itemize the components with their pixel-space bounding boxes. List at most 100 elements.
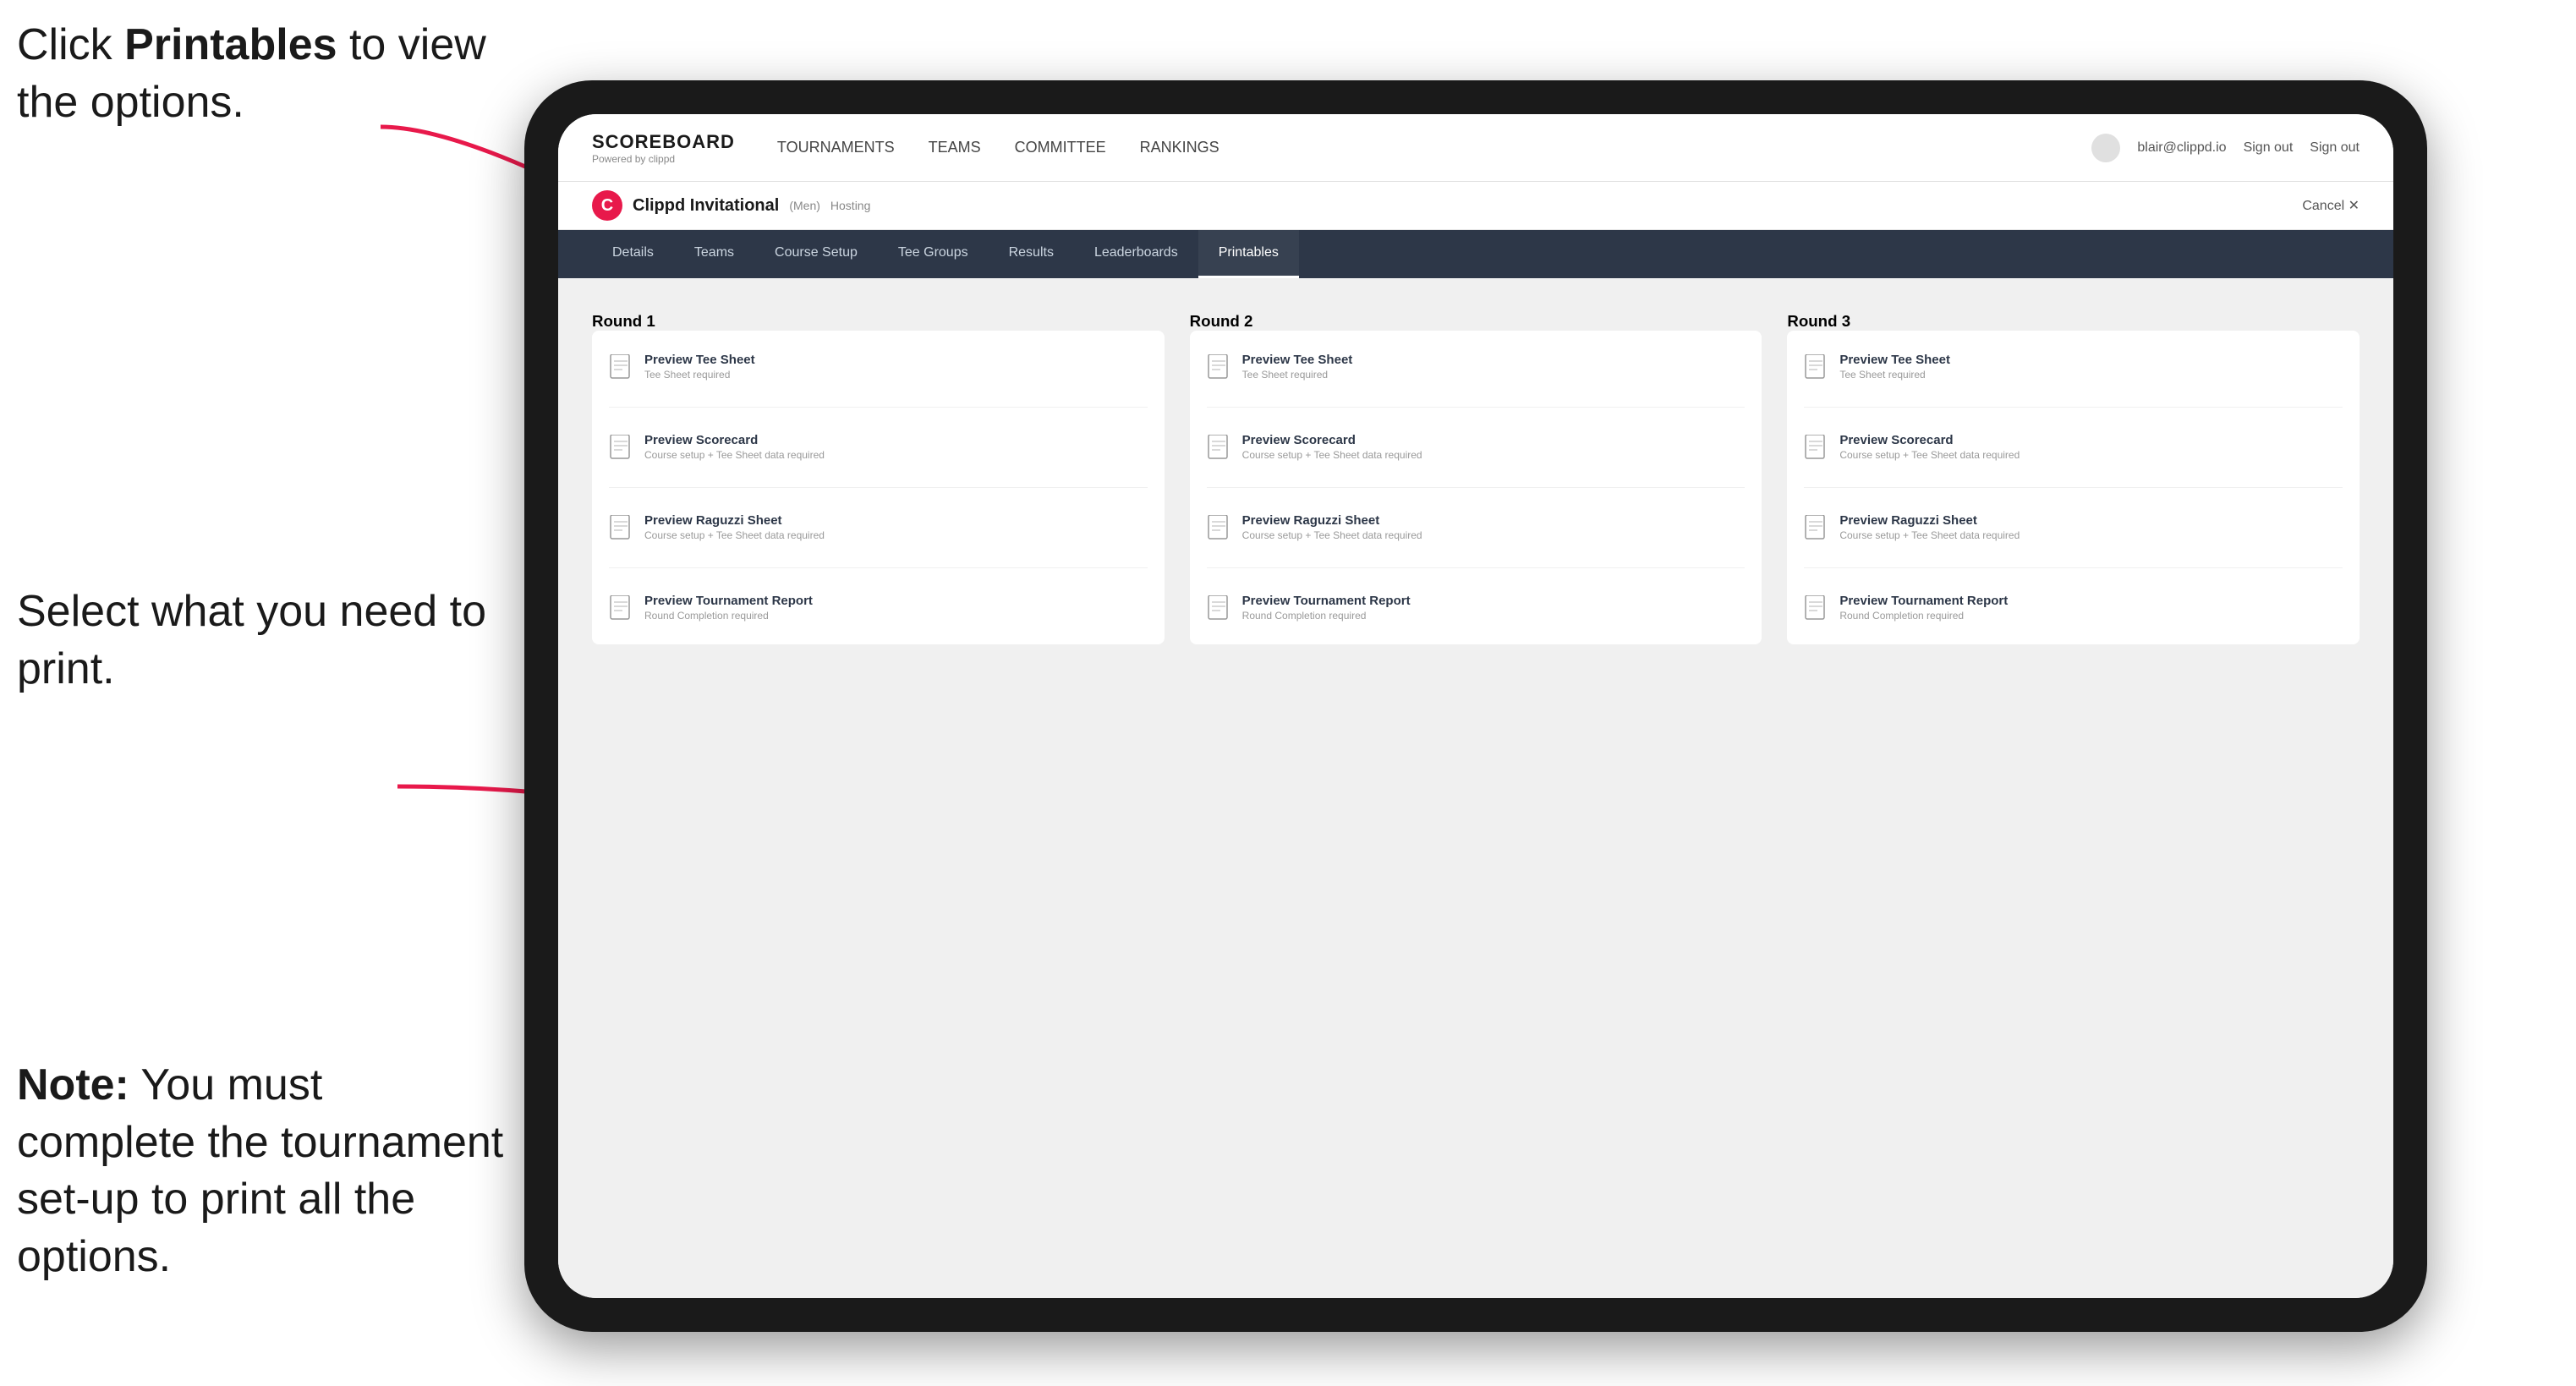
round-1-scorecard[interactable]: Preview Scorecard Course setup + Tee She… <box>609 428 1148 467</box>
divider <box>1207 567 1746 568</box>
logo-scoreboard: SCOREBOARD <box>592 131 735 153</box>
round-2-tee-sheet[interactable]: Preview Tee Sheet Tee Sheet required <box>1207 348 1746 386</box>
scorecard-icon-r1 <box>609 435 633 462</box>
round-1-raguzzi[interactable]: Preview Raguzzi Sheet Course setup + Tee… <box>609 508 1148 547</box>
nav-teams[interactable]: TEAMS <box>929 134 981 161</box>
r1-report-subtitle: Round Completion required <box>644 610 813 622</box>
r2-report-title: Preview Tournament Report <box>1242 594 1411 608</box>
round-3-card: Preview Tee Sheet Tee Sheet required <box>1787 331 2360 644</box>
tab-details[interactable]: Details <box>592 230 674 278</box>
r3-report-subtitle: Round Completion required <box>1839 610 2008 622</box>
r3-raguzzi-subtitle: Course setup + Tee Sheet data required <box>1839 529 2020 541</box>
top-nav-right: blair@clippd.io Sign out Sign out <box>2091 134 2360 162</box>
r2-tee-title: Preview Tee Sheet <box>1242 353 1353 367</box>
divider <box>609 487 1148 488</box>
top-nav-links: TOURNAMENTS TEAMS COMMITTEE RANKINGS <box>777 134 2091 161</box>
divider <box>1207 487 1746 488</box>
tab-leaderboards[interactable]: Leaderboards <box>1074 230 1198 278</box>
raguzzi-icon-r3 <box>1804 515 1828 542</box>
tab-printables[interactable]: Printables <box>1198 230 1299 278</box>
scorecard-icon-r2 <box>1207 435 1230 462</box>
r1-raguzzi-title: Preview Raguzzi Sheet <box>644 513 825 528</box>
r2-raguzzi-title: Preview Raguzzi Sheet <box>1242 513 1422 528</box>
clippd-logo: C <box>592 190 622 221</box>
tee-sheet-icon-r3 <box>1804 354 1828 381</box>
round-2-scorecard[interactable]: Preview Scorecard Course setup + Tee She… <box>1207 428 1746 467</box>
tee-sheet-icon-r2 <box>1207 354 1230 381</box>
tournament-report-icon-r2 <box>1207 595 1230 622</box>
r2-tee-subtitle: Tee Sheet required <box>1242 369 1353 381</box>
divider <box>1207 407 1746 408</box>
rounds-grid: Round 1 Preview Tee Sheet Tee <box>592 312 2360 644</box>
r3-report-title: Preview Tournament Report <box>1839 594 2008 608</box>
tournament-name: C Clippd Invitational (Men) Hosting <box>592 190 870 221</box>
round-2-tournament-report[interactable]: Preview Tournament Report Round Completi… <box>1207 589 1746 627</box>
round-3-raguzzi[interactable]: Preview Raguzzi Sheet Course setup + Tee… <box>1804 508 2343 547</box>
avatar <box>2091 134 2120 162</box>
r3-scorecard-subtitle: Course setup + Tee Sheet data required <box>1839 449 2020 461</box>
nav-committee[interactable]: COMMITTEE <box>1015 134 1106 161</box>
tournament-title: Clippd Invitational <box>633 196 779 216</box>
logo-area: SCOREBOARD Powered by clippd <box>592 131 735 165</box>
divider <box>1804 407 2343 408</box>
divider <box>1804 567 2343 568</box>
round-1-label: Round 1 <box>592 312 1165 331</box>
raguzzi-icon-r1 <box>609 515 633 542</box>
tournament-bar: C Clippd Invitational (Men) Hosting Canc… <box>558 182 2393 230</box>
cancel-button[interactable]: Cancel ✕ <box>2302 197 2360 214</box>
user-email: blair@clippd.io <box>2137 140 2226 156</box>
round-1-column: Round 1 Preview Tee Sheet Tee <box>592 312 1165 644</box>
r3-tee-title: Preview Tee Sheet <box>1839 353 1950 367</box>
status-badge: Hosting <box>830 199 870 212</box>
r2-raguzzi-subtitle: Course setup + Tee Sheet data required <box>1242 529 1422 541</box>
round-3-tee-sheet[interactable]: Preview Tee Sheet Tee Sheet required <box>1804 348 2343 386</box>
tab-course-setup[interactable]: Course Setup <box>754 230 878 278</box>
divider <box>609 567 1148 568</box>
nav-tournaments[interactable]: TOURNAMENTS <box>777 134 895 161</box>
annotation-bottom: Note: You must complete the tournament s… <box>17 1057 507 1285</box>
annotation-middle: Select what you need to print. <box>17 583 507 698</box>
tee-sheet-icon-r1 <box>609 354 633 381</box>
round-1-tournament-report[interactable]: Preview Tournament Report Round Completi… <box>609 589 1148 627</box>
r3-tee-subtitle: Tee Sheet required <box>1839 369 1950 381</box>
r1-raguzzi-subtitle: Course setup + Tee Sheet data required <box>644 529 825 541</box>
tab-tee-groups[interactable]: Tee Groups <box>878 230 989 278</box>
r1-tee-title: Preview Tee Sheet <box>644 353 755 367</box>
top-nav: SCOREBOARD Powered by clippd TOURNAMENTS… <box>558 114 2393 182</box>
round-2-column: Round 2 Preview Tee Sheet Tee <box>1190 312 1762 644</box>
tablet-screen: SCOREBOARD Powered by clippd TOURNAMENTS… <box>558 114 2393 1298</box>
logo-powered: Powered by clippd <box>592 153 735 165</box>
r1-scorecard-title: Preview Scorecard <box>644 433 825 447</box>
nav-rankings[interactable]: RANKINGS <box>1140 134 1219 161</box>
r2-scorecard-title: Preview Scorecard <box>1242 433 1422 447</box>
tab-results[interactable]: Results <box>989 230 1074 278</box>
r1-tee-subtitle: Tee Sheet required <box>644 369 755 381</box>
tournament-report-icon-r3 <box>1804 595 1828 622</box>
round-2-card: Preview Tee Sheet Tee Sheet required <box>1190 331 1762 644</box>
sign-out-button[interactable]: Sign out <box>2310 140 2360 156</box>
r2-scorecard-subtitle: Course setup + Tee Sheet data required <box>1242 449 1422 461</box>
sub-nav: Details Teams Course Setup Tee Groups Re… <box>558 230 2393 278</box>
tab-teams[interactable]: Teams <box>674 230 754 278</box>
raguzzi-icon-r2 <box>1207 515 1230 542</box>
scorecard-icon-r3 <box>1804 435 1828 462</box>
sign-out-link[interactable]: Sign out <box>2244 140 2294 156</box>
r2-report-subtitle: Round Completion required <box>1242 610 1411 622</box>
r1-scorecard-subtitle: Course setup + Tee Sheet data required <box>644 449 825 461</box>
round-2-raguzzi[interactable]: Preview Raguzzi Sheet Course setup + Tee… <box>1207 508 1746 547</box>
round-1-card: Preview Tee Sheet Tee Sheet required <box>592 331 1165 644</box>
round-3-scorecard[interactable]: Preview Scorecard Course setup + Tee She… <box>1804 428 2343 467</box>
divider <box>609 407 1148 408</box>
round-3-label: Round 3 <box>1787 312 2360 331</box>
tablet: SCOREBOARD Powered by clippd TOURNAMENTS… <box>524 80 2427 1332</box>
content-area: Round 1 Preview Tee Sheet Tee <box>558 278 2393 1298</box>
divider <box>1804 487 2343 488</box>
round-2-label: Round 2 <box>1190 312 1762 331</box>
round-1-tee-sheet[interactable]: Preview Tee Sheet Tee Sheet required <box>609 348 1148 386</box>
r1-report-title: Preview Tournament Report <box>644 594 813 608</box>
round-3-tournament-report[interactable]: Preview Tournament Report Round Completi… <box>1804 589 2343 627</box>
gender-badge: (Men) <box>789 199 820 212</box>
r3-raguzzi-title: Preview Raguzzi Sheet <box>1839 513 2020 528</box>
r3-scorecard-title: Preview Scorecard <box>1839 433 2020 447</box>
tournament-report-icon-r1 <box>609 595 633 622</box>
